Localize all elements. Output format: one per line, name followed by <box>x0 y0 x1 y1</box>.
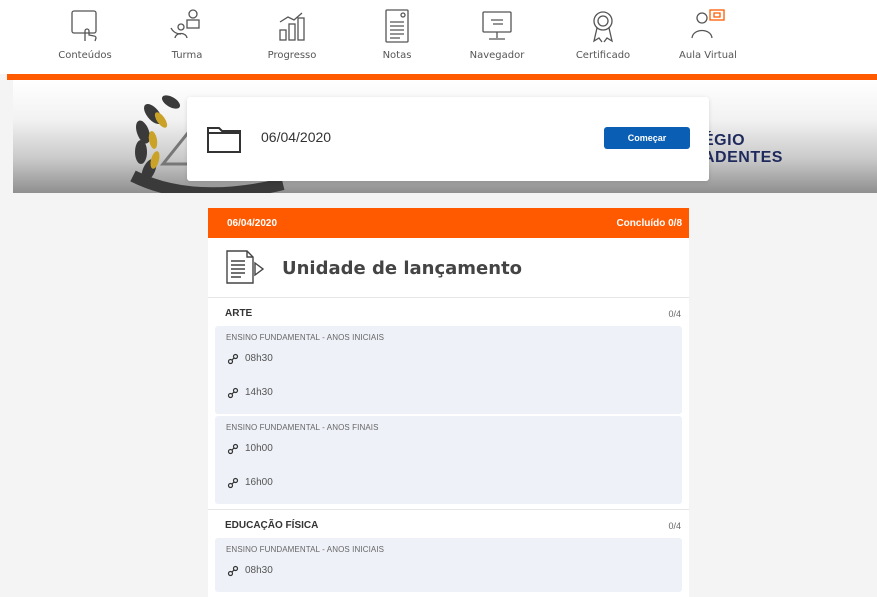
certificate-icon <box>593 11 613 43</box>
time-slot[interactable]: 16h00 <box>215 466 682 500</box>
level-title: ENSINO FUNDAMENTAL - ANOS INICIAIS <box>226 333 385 342</box>
link-icon <box>227 477 239 489</box>
unit-title-row: Unidade de lançamento <box>208 238 689 298</box>
tablet-touch-icon <box>71 10 97 42</box>
time-label: 10h00 <box>245 443 273 454</box>
nav-label: Navegador <box>469 50 525 61</box>
virtual-class-icon <box>691 9 725 39</box>
folder-icon <box>207 127 241 153</box>
nav-progresso[interactable]: Progresso <box>247 8 337 68</box>
nav-turma[interactable]: Turma <box>142 8 232 68</box>
nav-label: Progresso <box>267 50 317 61</box>
nav-label: Conteúdos <box>58 50 112 61</box>
level-block: ENSINO FUNDAMENTAL - ANOS FINAIS 10h00 1… <box>215 416 682 504</box>
nav-navegador[interactable]: Navegador <box>452 8 542 68</box>
document-arrow-icon <box>226 250 265 284</box>
time-slot[interactable]: 08h30 <box>215 342 682 376</box>
start-button[interactable]: Começar <box>604 127 690 149</box>
link-icon <box>227 565 239 577</box>
nav-conteudos[interactable]: Conteúdos <box>40 8 130 68</box>
nav-certificado[interactable]: Certificado <box>558 8 648 68</box>
subject-educacao-fisica[interactable]: EDUCAÇÃO FÍSICA 0/4 ENSINO FUNDAMENTAL -… <box>208 510 689 592</box>
time-label: 16h00 <box>245 477 273 488</box>
subject-name: EDUCAÇÃO FÍSICA <box>225 520 319 531</box>
notes-icon <box>385 9 409 43</box>
time-label: 14h30 <box>245 387 273 398</box>
level-title: ENSINO FUNDAMENTAL - ANOS FINAIS <box>226 423 379 432</box>
nav-label: Certificado <box>575 50 631 61</box>
subject-count: 0/4 <box>668 521 681 531</box>
time-label: 08h30 <box>245 565 273 576</box>
banner-logo-text: ÉGIO ADENTES <box>703 132 783 166</box>
level-block: ENSINO FUNDAMENTAL - ANOS INICIAIS 08h30 <box>215 538 682 592</box>
nav-label: Notas <box>382 50 412 61</box>
browser-monitor-icon <box>482 11 512 40</box>
level-title: ENSINO FUNDAMENTAL - ANOS INICIAIS <box>226 545 385 554</box>
time-label: 08h30 <box>245 353 273 364</box>
unit-header: 06/04/2020 Concluído 0/8 <box>208 208 689 238</box>
progress-chart-icon <box>279 12 305 41</box>
nav-aula-virtual[interactable]: Aula Virtual <box>663 8 753 68</box>
nav-notas[interactable]: Notas <box>352 8 442 68</box>
link-icon <box>227 353 239 365</box>
subject-count: 0/4 <box>668 309 681 319</box>
subject-arte[interactable]: ARTE 0/4 ENSINO FUNDAMENTAL - ANOS INICI… <box>208 298 689 510</box>
link-icon <box>227 387 239 399</box>
nav-label: Aula Virtual <box>679 50 737 61</box>
unit-status: Concluído 0/8 <box>616 218 682 229</box>
time-slot[interactable]: 08h30 <box>215 554 682 588</box>
subject-header[interactable]: ARTE 0/4 <box>208 298 689 326</box>
unit-date: 06/04/2020 <box>227 218 278 229</box>
subject-header[interactable]: EDUCAÇÃO FÍSICA 0/4 <box>208 510 689 538</box>
subject-name: ARTE <box>225 308 253 319</box>
unit-card: 06/04/2020 Concluído 0/8 Unidade de lanç… <box>208 208 689 597</box>
time-slot[interactable]: 14h30 <box>215 376 682 410</box>
start-date: 06/04/2020 <box>261 129 332 145</box>
time-slot[interactable]: 10h00 <box>215 432 682 466</box>
class-group-icon <box>170 9 200 39</box>
level-block: ENSINO FUNDAMENTAL - ANOS INICIAIS 08h30… <box>215 326 682 414</box>
unit-title: Unidade de lançamento <box>282 258 523 279</box>
start-card: 06/04/2020 Começar <box>187 97 709 181</box>
nav-label: Turma <box>171 50 203 61</box>
link-icon <box>227 443 239 455</box>
top-navigation: Conteúdos Turma Progresso Notas Navegado… <box>0 0 877 74</box>
